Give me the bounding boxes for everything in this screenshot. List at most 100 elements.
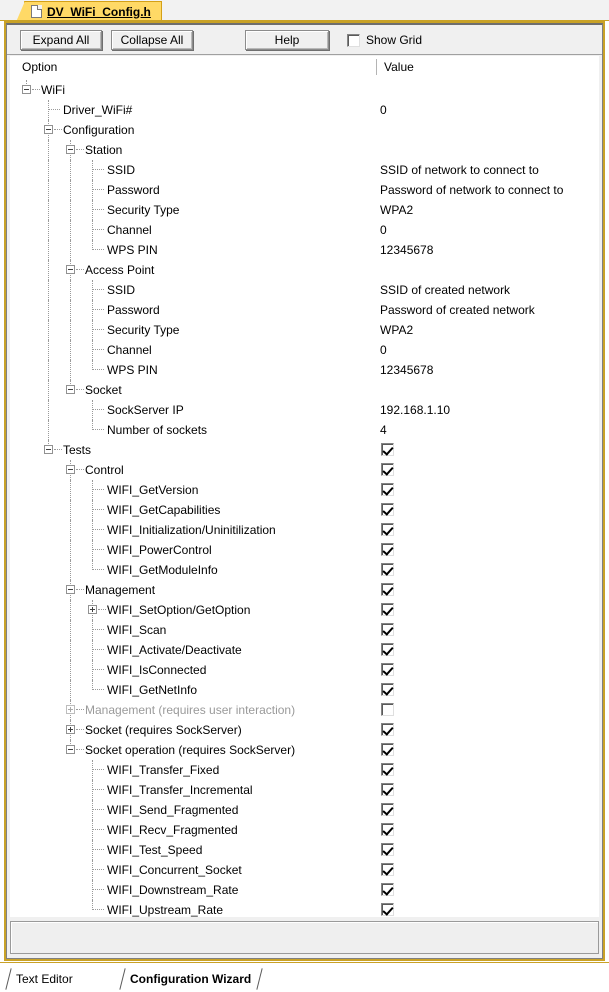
tree-guide-line [70, 220, 71, 240]
tree-row[interactable]: WIFI_Recv_Fragmented [10, 820, 599, 840]
tree-row-label: WIFI_GetModuleInfo [107, 563, 218, 577]
tree-row[interactable]: Channel 0 [10, 340, 599, 360]
tree-collapse-icon[interactable] [44, 125, 53, 134]
tree-row-checkbox[interactable] [381, 843, 394, 856]
tree-collapse-icon[interactable] [66, 585, 75, 594]
tree-row-checkbox[interactable] [381, 703, 394, 716]
tree-row[interactable]: WIFI_Downstream_Rate [10, 880, 599, 900]
tree-row[interactable]: WIFI_GetVersion [10, 480, 599, 500]
tree-collapse-icon[interactable] [66, 145, 75, 154]
help-button[interactable]: Help [245, 30, 329, 50]
tree-row[interactable]: WPS PIN 12345678 [10, 360, 599, 380]
tree-row[interactable]: WIFI_GetCapabilities [10, 500, 599, 520]
tree-elbow-line [32, 89, 40, 90]
tree-row-label: WIFI_Upstream_Rate [107, 903, 224, 917]
tree-row[interactable]: Password Password of network to connect t… [10, 180, 599, 200]
tree-guide-line [92, 860, 93, 880]
tree-row[interactable]: WIFI_GetNetInfo [10, 680, 599, 700]
tree-row-checkbox[interactable] [381, 623, 394, 636]
tree-row-checkbox[interactable] [381, 523, 394, 536]
tree-row-checkbox[interactable] [381, 883, 394, 896]
tree-row[interactable]: WPS PIN 12345678 [10, 240, 599, 260]
document-tab-dv-wifi-config[interactable]: DV_WiFi_Config.h [16, 1, 162, 22]
tree-row[interactable]: WIFI_IsConnected [10, 660, 599, 680]
tree-row[interactable]: WIFI_GetModuleInfo [10, 560, 599, 580]
tree-collapse-icon[interactable] [66, 265, 75, 274]
tree-row[interactable]: WIFI_Scan [10, 620, 599, 640]
tree-row[interactable]: Management (requires user interaction) [10, 700, 599, 720]
tree-row[interactable]: WIFI_Initialization/Uninitilization [10, 520, 599, 540]
tree-row[interactable]: WIFI_Upstream_Rate [10, 900, 599, 917]
show-grid-checkbox-group[interactable]: Show Grid [347, 33, 422, 47]
tree-row-checkbox[interactable] [381, 723, 394, 736]
tree-row[interactable]: WIFI_Transfer_Fixed [10, 760, 599, 780]
expand-all-button[interactable]: Expand All [20, 30, 102, 50]
tree-row[interactable]: Station [10, 140, 599, 160]
tree-expand-icon[interactable] [88, 605, 97, 614]
tab-configuration-wizard[interactable]: Configuration Wizard [120, 968, 262, 989]
tree-row[interactable]: Configuration [10, 120, 599, 140]
tree-row-label: Security Type [107, 203, 180, 217]
tree-row-checkbox[interactable] [381, 763, 394, 776]
tree-collapse-icon[interactable] [44, 445, 53, 454]
tab-text-editor[interactable]: Text Editor [6, 968, 83, 989]
tree-row[interactable]: Security Type WPA2 [10, 320, 599, 340]
show-grid-checkbox[interactable] [347, 33, 360, 47]
tree-row[interactable]: WIFI_SetOption/GetOption [10, 600, 599, 620]
tree-elbow-line [92, 889, 104, 890]
collapse-all-button[interactable]: Collapse All [111, 30, 193, 50]
tree-row[interactable]: Socket [10, 380, 599, 400]
tree-collapse-icon[interactable] [66, 745, 75, 754]
tree-row[interactable]: Driver_WiFi# 0 [10, 100, 599, 120]
tree-row-checkbox[interactable] [381, 823, 394, 836]
tree-row-checkbox[interactable] [381, 463, 394, 476]
tree-row[interactable]: WIFI_Activate/Deactivate [10, 640, 599, 660]
tree-row-checkbox[interactable] [381, 643, 394, 656]
tree-row-checkbox[interactable] [381, 483, 394, 496]
tree-collapse-icon[interactable] [66, 385, 75, 394]
tree-row[interactable]: WiFi [10, 80, 599, 100]
tree-rows-container: WiFi Driver_WiFi# 0 Configuration Station SSI… [10, 80, 599, 917]
tree-row[interactable]: Access Point [10, 260, 599, 280]
tree-elbow-line [92, 829, 104, 830]
tree-guide-line [48, 280, 49, 300]
tree-row-checkbox[interactable] [381, 443, 394, 456]
tree-row[interactable]: WIFI_Transfer_Incremental [10, 780, 599, 800]
tree-row-checkbox[interactable] [381, 903, 394, 916]
tree-row[interactable]: Management [10, 580, 599, 600]
tree-row-checkbox[interactable] [381, 783, 394, 796]
tree-expand-icon[interactable] [66, 705, 75, 714]
tree-row[interactable]: SSID SSID of created network [10, 280, 599, 300]
tree-row-label: SSID [107, 163, 136, 177]
tree-row-checkbox[interactable] [381, 503, 394, 516]
tree-row[interactable]: Channel 0 [10, 220, 599, 240]
configuration-tree-panel[interactable]: Option Value WiFi Driver_WiFi# 0 Configurat… [10, 56, 599, 917]
tree-row[interactable]: Control [10, 460, 599, 480]
tree-row-checkbox[interactable] [381, 583, 394, 596]
tree-row[interactable]: Password Password of created network [10, 300, 599, 320]
tree-row[interactable]: Tests [10, 440, 599, 460]
tree-row[interactable]: Socket (requires SockServer) [10, 720, 599, 740]
tree-collapse-icon[interactable] [22, 85, 31, 94]
tree-collapse-icon[interactable] [66, 465, 75, 474]
tree-row[interactable]: Socket operation (requires SockServer) [10, 740, 599, 760]
tree-expand-icon[interactable] [66, 725, 75, 734]
tree-row-checkbox[interactable] [381, 663, 394, 676]
tree-row-checkbox[interactable] [381, 803, 394, 816]
tree-row[interactable]: WIFI_Test_Speed [10, 840, 599, 860]
tree-row[interactable]: SockServer IP 192.168.1.10 [10, 400, 599, 420]
tree-row[interactable]: WIFI_Send_Fragmented [10, 800, 599, 820]
tree-row-checkbox[interactable] [381, 543, 394, 556]
tree-guide-line [48, 140, 49, 160]
tree-row-checkbox[interactable] [381, 743, 394, 756]
tree-row[interactable]: WIFI_PowerControl [10, 540, 599, 560]
tree-row[interactable]: Security Type WPA2 [10, 200, 599, 220]
tree-row[interactable]: Number of sockets 4 [10, 420, 599, 440]
tree-row-checkbox[interactable] [381, 603, 394, 616]
tree-row-checkbox[interactable] [381, 563, 394, 576]
tree-row[interactable]: WIFI_Concurrent_Socket [10, 860, 599, 880]
tree-row-checkbox[interactable] [381, 683, 394, 696]
tree-row-checkbox[interactable] [381, 863, 394, 876]
wizard-status-bar [10, 921, 599, 954]
tree-row[interactable]: SSID SSID of network to connect to [10, 160, 599, 180]
